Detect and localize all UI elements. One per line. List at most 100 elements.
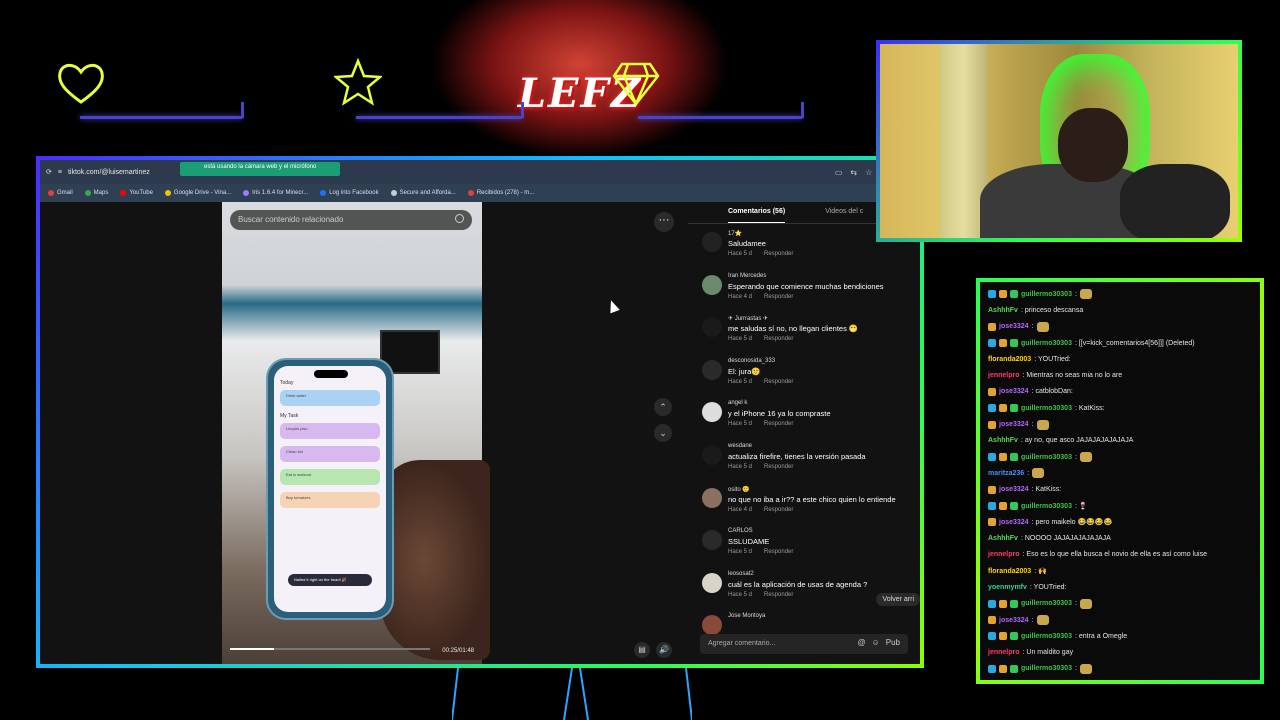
mention-icon[interactable]: @ — [857, 638, 865, 647]
avatar[interactable] — [702, 487, 722, 508]
reply-button[interactable]: Responder — [764, 507, 793, 513]
chat-message: floranda2003: YOUTried: — [988, 351, 1252, 367]
avatar[interactable] — [702, 232, 722, 252]
bookmark-item[interactable]: YouTube — [120, 190, 153, 196]
bookmark-item[interactable]: Google Drive - Vina... — [164, 190, 232, 196]
next-video-button[interactable]: ⌄ — [654, 424, 672, 442]
reply-button[interactable]: Responder — [764, 251, 793, 257]
chat-username[interactable]: jose3324 — [999, 519, 1029, 526]
comment-user[interactable]: Jose Montoya — [728, 613, 765, 619]
comment-user[interactable]: CARLOS — [728, 528, 753, 534]
bookmark-item[interactable]: Maps — [84, 190, 108, 196]
chat-badge-icon — [988, 420, 996, 429]
more-options-button[interactable]: ··· — [654, 212, 674, 232]
avatar[interactable] — [702, 530, 722, 551]
bookmark-item[interactable]: Gmail — [48, 190, 73, 196]
search-input[interactable]: Buscar contenido relacionado — [230, 210, 472, 230]
scroll-top-button[interactable]: Volver arri — [876, 593, 920, 606]
comment-user[interactable]: leososat2 — [728, 571, 754, 577]
chat-username[interactable]: jose3324 — [999, 617, 1029, 624]
bookmark-item[interactable]: Recibidos (278) - m... — [467, 190, 534, 196]
comment-user[interactable]: Iran Mercedes — [728, 273, 766, 279]
chat-username[interactable]: guillermo30303 — [1021, 291, 1072, 298]
chat-message: jose3324: KatKiss: — [988, 482, 1252, 498]
avatar[interactable] — [702, 615, 722, 636]
reply-button[interactable]: Responder — [764, 294, 793, 300]
bookmark-item[interactable]: Secure and Afforda... — [390, 190, 456, 196]
chat-username[interactable]: guillermo30303 — [1021, 503, 1072, 510]
post-label[interactable]: Pub — [886, 638, 900, 647]
chat-username[interactable]: yoenmymfv — [988, 584, 1027, 591]
chat-message: jose3324: — [988, 612, 1252, 628]
comment-user[interactable]: 17⭐ — [728, 230, 742, 237]
comment-text: me saludas sí no, no llegan clientes 😁 — [728, 324, 859, 334]
chat-badge-icon — [1010, 502, 1018, 510]
chat-username[interactable]: guillermo30303 — [1021, 340, 1072, 347]
bookmark-star-icon[interactable]: ☆ — [865, 168, 872, 177]
reply-button[interactable]: Responder — [764, 379, 793, 385]
reply-button[interactable]: Responder — [764, 592, 793, 598]
chat-message: AshhhFv: NOOOO JAJAJAJAJAJAJA — [988, 530, 1252, 546]
translate-icon[interactable]: ⇆ — [850, 168, 857, 177]
url-text[interactable]: tiktok.com/@luisemartinez — [68, 169, 150, 176]
install-icon[interactable]: ▭ — [835, 168, 843, 177]
chat-text: : entra a Omegle — [1074, 632, 1128, 640]
previous-video-button[interactable]: ⌃ — [654, 398, 672, 416]
comment-time: Hace 5 d — [728, 464, 753, 470]
tab-comments[interactable]: Comentarios (56) — [728, 208, 786, 223]
captions-icon[interactable]: ▤ — [634, 642, 650, 658]
chat-emote-icon — [1079, 289, 1092, 300]
tab-creator-videos[interactable]: Videos del c — [825, 208, 863, 223]
reply-button[interactable]: Responder — [764, 336, 793, 342]
avatar[interactable] — [702, 317, 722, 338]
chat-username[interactable]: guillermo30303 — [1021, 600, 1072, 607]
chat-username[interactable]: jose3324 — [999, 388, 1029, 395]
emoji-icon[interactable]: ☺ — [872, 638, 880, 647]
comment-user[interactable]: ✈ Jurrrastas ✈ — [728, 315, 768, 322]
comment-user[interactable]: angel k — [728, 400, 747, 406]
phone-task-row: Clean fun — [280, 446, 380, 462]
reply-button[interactable]: Responder — [764, 549, 793, 555]
chat-username[interactable]: AshhhFv — [988, 535, 1018, 542]
avatar[interactable] — [702, 359, 722, 380]
reply-button[interactable]: Responder — [764, 421, 793, 427]
reload-icon[interactable]: ⟳ — [46, 168, 52, 176]
video-progress-bar[interactable] — [230, 648, 430, 650]
avatar[interactable] — [702, 274, 722, 295]
chat-username[interactable]: AshhhFv — [988, 307, 1018, 314]
chat-text: : — [1074, 290, 1077, 298]
chat-username[interactable]: guillermo30303 — [1021, 405, 1072, 412]
search-icon[interactable] — [455, 214, 464, 223]
chat-username[interactable]: jennelpro — [988, 372, 1020, 379]
volume-icon[interactable]: 🔊 — [656, 642, 672, 658]
chat-username[interactable]: guillermo30303 — [1021, 633, 1072, 640]
comment-time: Hace 5 d — [728, 378, 753, 385]
chat-username[interactable]: AshhhFv — [988, 437, 1018, 444]
address-bar[interactable]: ⟳ ≡ tiktok.com/@luisemartinez está usand… — [40, 160, 920, 184]
avatar[interactable] — [702, 445, 722, 465]
video-player[interactable]: Buscar contenido relacionado Today Drink… — [222, 202, 490, 664]
site-info-icon[interactable]: ≡ — [58, 169, 62, 176]
chat-username[interactable]: jennelpro — [988, 551, 1020, 558]
chat-username[interactable]: floranda2003 — [988, 568, 1031, 575]
chat-username[interactable]: guillermo30303 — [1021, 665, 1072, 672]
reply-button[interactable]: Responder — [764, 464, 793, 470]
avatar[interactable] — [702, 402, 722, 423]
comment-user[interactable]: osito 🙂 — [728, 486, 750, 493]
comment-user[interactable]: wesdane — [728, 443, 752, 449]
chat-username[interactable]: jennelpro — [988, 649, 1020, 656]
chat-username[interactable]: floranda2003 — [988, 356, 1031, 363]
bookmark-label: Google Drive - Vina... — [173, 190, 232, 196]
add-comment-input[interactable]: Agregar comentario... @ ☺ Pub — [700, 634, 908, 654]
chat-username[interactable]: guillermo30303 — [1021, 454, 1072, 461]
chat-username[interactable]: jose3324 — [999, 486, 1029, 493]
avatar[interactable] — [702, 572, 722, 593]
bookmark-item[interactable]: Log into Facebook — [320, 190, 379, 196]
comment-user[interactable]: desconosida_333 — [728, 358, 775, 364]
chat-username[interactable]: jose3324 — [999, 323, 1029, 330]
bookmark-item[interactable]: Iris 1.6.4 for Minecr... — [243, 190, 308, 196]
chat-username[interactable]: maritza236 — [988, 470, 1024, 477]
chat-username[interactable]: jose3324 — [999, 421, 1029, 428]
chat-emote-icon — [1036, 321, 1049, 332]
chat-badge-icon — [999, 404, 1007, 413]
